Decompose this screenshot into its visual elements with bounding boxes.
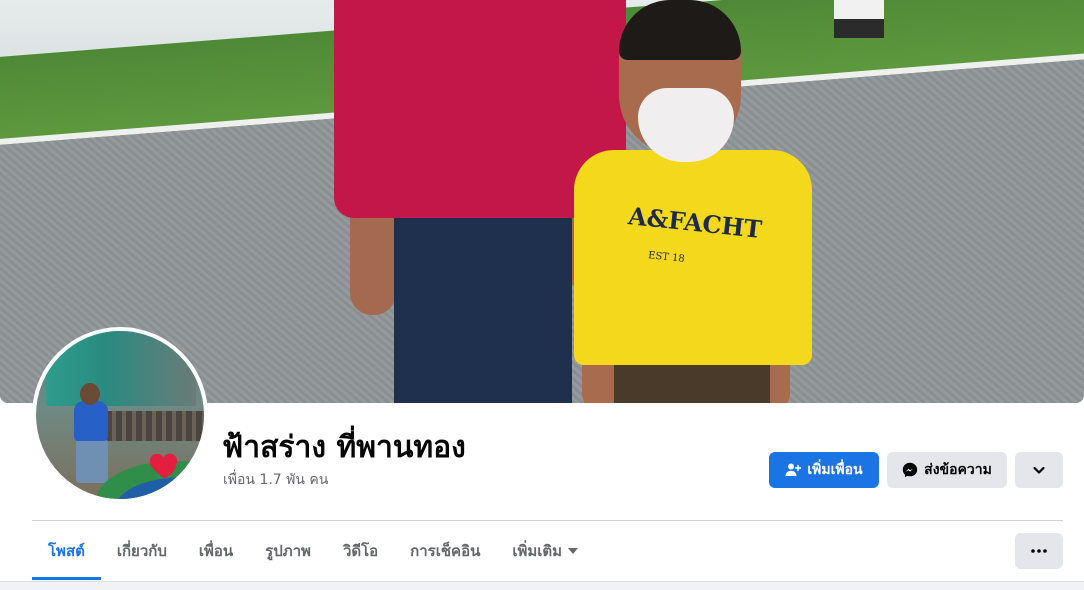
cover-younger-child-shirt xyxy=(574,150,812,365)
tab-posts[interactable]: โพสต์ xyxy=(32,522,101,580)
tab-label: เกี่ยวกับ xyxy=(116,542,167,560)
avatar-excavator-track xyxy=(96,411,204,441)
tab-check-ins[interactable]: การเช็คอิน xyxy=(394,522,496,580)
add-friend-label: เพิ่มเพื่อน xyxy=(807,462,863,478)
profile-picture[interactable] xyxy=(32,327,208,503)
messenger-icon xyxy=(902,462,918,478)
tab-label: การเช็คอิน xyxy=(410,542,481,560)
more-options-button[interactable] xyxy=(1015,533,1063,569)
cover-post xyxy=(834,0,884,38)
profile-tabs: โพสต์ เกี่ยวกับ เพื่อน รูปภาพ วิดีโอ การ… xyxy=(32,522,594,580)
avatar-person-legs xyxy=(76,439,108,483)
tab-label: โพสต์ xyxy=(48,542,85,560)
caret-down-icon xyxy=(568,548,579,554)
message-label: ส่งข้อความ xyxy=(924,462,992,478)
tab-label: รูปภาพ xyxy=(265,542,311,560)
add-friend-button[interactable]: เพิ่มเพื่อน xyxy=(769,452,879,488)
tab-more[interactable]: เพิ่มเติม xyxy=(496,522,594,580)
friend-count[interactable]: เพื่อน 1.7 พัน คน xyxy=(223,469,328,491)
tab-videos[interactable]: วิดีโอ xyxy=(327,522,394,580)
tab-label: เพื่อน xyxy=(198,542,234,560)
tab-photos[interactable]: รูปภาพ xyxy=(249,522,327,580)
cover-older-child-pants xyxy=(394,200,572,403)
avatar-person xyxy=(74,401,108,441)
avatar xyxy=(36,331,204,499)
ellipsis-icon xyxy=(1031,549,1047,553)
tab-friends[interactable]: เพื่อน xyxy=(183,522,249,580)
person-plus-icon xyxy=(785,463,802,476)
heart-icon xyxy=(149,453,178,479)
tab-label: วิดีโอ xyxy=(342,542,379,560)
chevron-down-icon xyxy=(1033,466,1045,474)
profile-name: ฟ้าสร่าง ที่พานทอง xyxy=(222,430,466,465)
tab-about[interactable]: เกี่ยวกับ xyxy=(101,522,183,580)
header-divider xyxy=(32,520,1063,521)
profile-options-dropdown-button[interactable] xyxy=(1015,452,1063,488)
tab-label: เพิ่มเติม xyxy=(512,542,563,560)
avatar-person-head xyxy=(80,383,100,405)
message-button[interactable]: ส่งข้อความ xyxy=(887,452,1007,488)
page-background xyxy=(0,581,1084,590)
avatar-excavator xyxy=(46,331,196,406)
